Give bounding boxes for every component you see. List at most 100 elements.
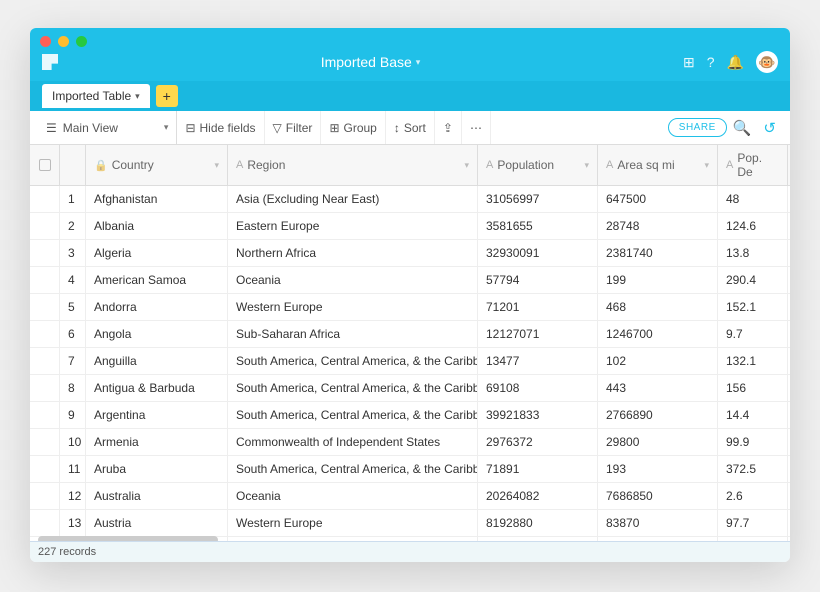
view-selector[interactable]: ☰ Main View ▾ xyxy=(38,111,177,144)
cell-region[interactable]: South America, Central America, & the Ca… xyxy=(228,375,478,401)
cell-region[interactable]: South America, Central America, & the Ca… xyxy=(228,348,478,374)
tab-imported-table[interactable]: Imported Table ▾ xyxy=(42,84,150,108)
cell-country[interactable]: Aruba xyxy=(86,456,228,482)
help-icon[interactable]: ? xyxy=(707,54,715,70)
cell-area[interactable]: 468 xyxy=(598,294,718,320)
cell-region[interactable]: Oceania xyxy=(228,267,478,293)
cell-area[interactable]: 2766890 xyxy=(598,402,718,428)
filter-button[interactable]: ▽Filter xyxy=(265,111,322,144)
table-row[interactable]: 2AlbaniaEastern Europe358165528748124.6 xyxy=(30,213,790,240)
cell-country[interactable]: Australia xyxy=(86,483,228,509)
column-country[interactable]: 🔒Country▾ xyxy=(86,145,228,185)
cell-population[interactable]: 2976372 xyxy=(478,429,598,455)
cell-area[interactable]: 647500 xyxy=(598,186,718,212)
row-checkbox[interactable] xyxy=(30,267,60,293)
cell-population[interactable]: 57794 xyxy=(478,267,598,293)
cell-country[interactable]: Angola xyxy=(86,321,228,347)
cell-density[interactable]: 156 xyxy=(718,375,788,401)
apps-icon[interactable]: ⊞ xyxy=(683,54,695,71)
row-checkbox[interactable] xyxy=(30,240,60,266)
avatar[interactable]: 🐵 xyxy=(756,51,778,73)
base-title[interactable]: Imported Base ▾ xyxy=(321,54,421,70)
cell-area[interactable]: 443 xyxy=(598,375,718,401)
cell-density[interactable]: 2.6 xyxy=(718,483,788,509)
cell-density[interactable]: 13.8 xyxy=(718,240,788,266)
cell-country[interactable]: Algeria xyxy=(86,240,228,266)
cell-area[interactable]: 7686850 xyxy=(598,483,718,509)
cell-country[interactable]: Anguilla xyxy=(86,348,228,374)
cell-area[interactable]: 28748 xyxy=(598,213,718,239)
cell-country[interactable]: Antigua & Barbuda xyxy=(86,375,228,401)
minimize-button[interactable] xyxy=(58,36,69,47)
row-checkbox[interactable] xyxy=(30,321,60,347)
cell-region[interactable]: Commonwealth of Independent States xyxy=(228,429,478,455)
cell-country[interactable]: Andorra xyxy=(86,294,228,320)
row-checkbox[interactable] xyxy=(30,294,60,320)
cell-population[interactable]: 3581655 xyxy=(478,213,598,239)
cell-country[interactable]: Albania xyxy=(86,213,228,239)
cell-area[interactable]: 199 xyxy=(598,267,718,293)
cell-population[interactable]: 32930091 xyxy=(478,240,598,266)
bell-icon[interactable]: 🔔 xyxy=(727,54,744,71)
row-checkbox[interactable] xyxy=(30,483,60,509)
cell-population[interactable]: 12127071 xyxy=(478,321,598,347)
row-checkbox[interactable] xyxy=(30,510,60,536)
table-row[interactable]: 8Antigua & BarbudaSouth America, Central… xyxy=(30,375,790,402)
cell-density[interactable]: 372.5 xyxy=(718,456,788,482)
cell-region[interactable]: Sub-Saharan Africa xyxy=(228,321,478,347)
cell-density[interactable]: 132.1 xyxy=(718,348,788,374)
table-row[interactable]: 11ArubaSouth America, Central America, &… xyxy=(30,456,790,483)
cell-region[interactable]: South America, Central America, & the Ca… xyxy=(228,456,478,482)
cell-population[interactable]: 31056997 xyxy=(478,186,598,212)
sort-button[interactable]: ↕Sort xyxy=(386,111,435,144)
cell-region[interactable]: Western Europe xyxy=(228,294,478,320)
cell-density[interactable]: 152.1 xyxy=(718,294,788,320)
share-action-button[interactable]: ⇪ xyxy=(435,111,462,144)
row-checkbox[interactable] xyxy=(30,456,60,482)
cell-population[interactable]: 8192880 xyxy=(478,510,598,536)
row-checkbox[interactable] xyxy=(30,348,60,374)
cell-region[interactable]: Eastern Europe xyxy=(228,213,478,239)
row-checkbox[interactable] xyxy=(30,402,60,428)
cell-population[interactable]: 39921833 xyxy=(478,402,598,428)
cell-density[interactable]: 97.7 xyxy=(718,510,788,536)
cell-country[interactable]: Argentina xyxy=(86,402,228,428)
column-area[interactable]: AArea sq mi▾ xyxy=(598,145,718,185)
cell-region[interactable]: South America, Central America, & the Ca… xyxy=(228,402,478,428)
table-row[interactable]: 1AfghanistanAsia (Excluding Near East)31… xyxy=(30,186,790,213)
cell-area[interactable]: 2381740 xyxy=(598,240,718,266)
cell-population[interactable]: 69108 xyxy=(478,375,598,401)
column-population[interactable]: APopulation▾ xyxy=(478,145,598,185)
cell-area[interactable]: 102 xyxy=(598,348,718,374)
row-checkbox[interactable] xyxy=(30,429,60,455)
table-row[interactable]: 12AustraliaOceania2026408276868502.6 xyxy=(30,483,790,510)
cell-area[interactable]: 83870 xyxy=(598,510,718,536)
column-region[interactable]: ARegion▾ xyxy=(228,145,478,185)
table-row[interactable]: 7AnguillaSouth America, Central America,… xyxy=(30,348,790,375)
cell-population[interactable]: 71891 xyxy=(478,456,598,482)
column-density[interactable]: APop. De xyxy=(718,145,788,185)
maximize-button[interactable] xyxy=(76,36,87,47)
cell-country[interactable]: American Samoa xyxy=(86,267,228,293)
history-icon[interactable]: ↺ xyxy=(757,119,782,137)
cell-area[interactable]: 193 xyxy=(598,456,718,482)
more-button[interactable]: ⋯ xyxy=(462,111,491,144)
cell-region[interactable]: Oceania xyxy=(228,483,478,509)
hide-fields-button[interactable]: ⊟Hide fields xyxy=(177,111,264,144)
cell-density[interactable]: 99.9 xyxy=(718,429,788,455)
cell-country[interactable]: Austria xyxy=(86,510,228,536)
row-checkbox[interactable] xyxy=(30,186,60,212)
cell-density[interactable]: 14.4 xyxy=(718,402,788,428)
close-button[interactable] xyxy=(40,36,51,47)
row-checkbox[interactable] xyxy=(30,213,60,239)
table-row[interactable]: 3AlgeriaNorthern Africa32930091238174013… xyxy=(30,240,790,267)
table-row[interactable]: 9ArgentinaSouth America, Central America… xyxy=(30,402,790,429)
group-button[interactable]: ⊞Group xyxy=(321,111,385,144)
cell-population[interactable]: 20264082 xyxy=(478,483,598,509)
cell-density[interactable]: 9.7 xyxy=(718,321,788,347)
table-row[interactable]: 10ArmeniaCommonwealth of Independent Sta… xyxy=(30,429,790,456)
cell-region[interactable]: Western Europe xyxy=(228,510,478,536)
cell-density[interactable]: 290.4 xyxy=(718,267,788,293)
select-all[interactable] xyxy=(30,145,60,185)
cell-country[interactable]: Armenia xyxy=(86,429,228,455)
